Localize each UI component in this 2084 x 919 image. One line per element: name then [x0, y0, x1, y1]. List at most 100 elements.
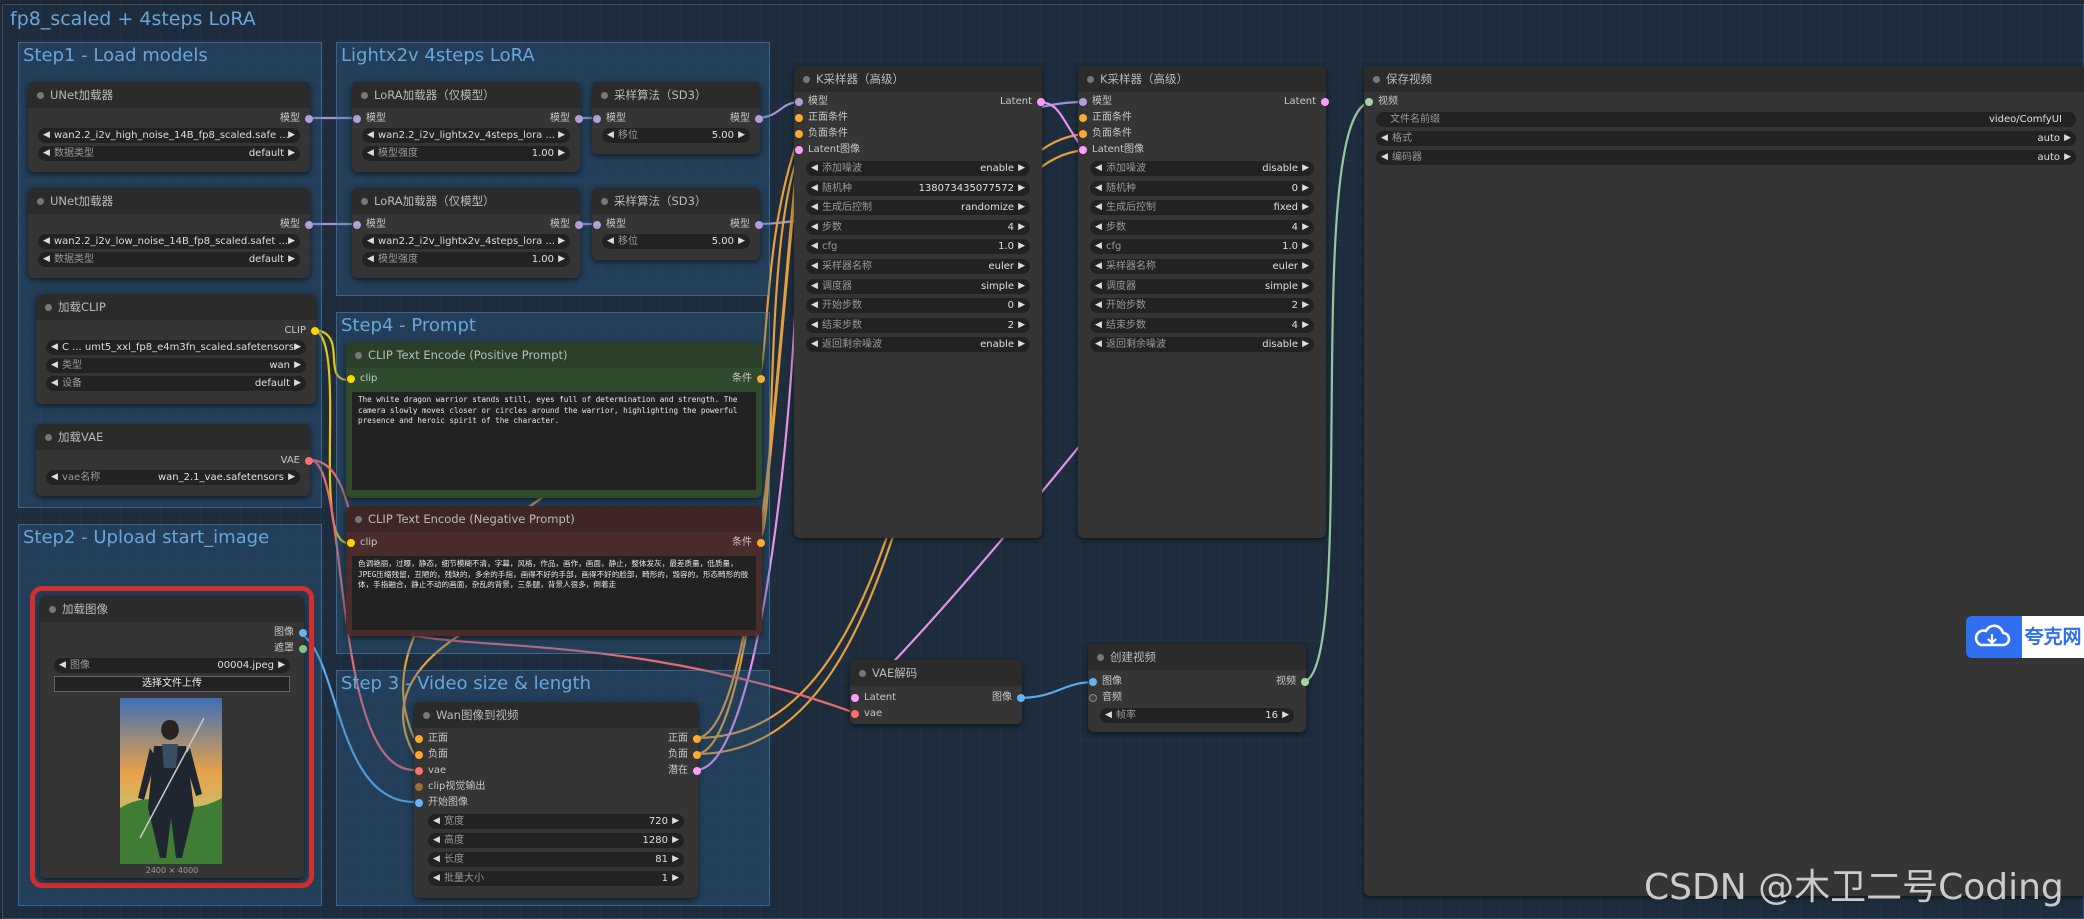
wan-i2v-latent-output[interactable]: 潜在 [608, 764, 701, 778]
wan-i2v-vae-input[interactable]: vae [415, 764, 528, 778]
ksampler-2-control-after[interactable]: ◀ 生成后控制 fixed ▶ [1090, 200, 1314, 216]
ksampler-1-return-noise[interactable]: ◀ 返回剩余噪波 enable ▶ [806, 337, 1030, 353]
load-image-node[interactable]: 加载图像 图像 遮罩 ◀ 图像 00004.jpeg ▶ 选择文件上传 2400… [40, 596, 307, 878]
ksampler-1-latent-input[interactable]: Latent图像 [795, 143, 908, 157]
unet-loader-1-dtype-select[interactable]: ◀ 数据类型 default ▶ [38, 146, 300, 161]
wan-i2v-batch-stepper[interactable]: ◀ 批量大小 1 ▶ [428, 871, 684, 886]
positive-prompt-node[interactable]: CLIP Text Encode (Positive Prompt) clip … [346, 342, 765, 498]
sampling-sd3-1-model-input[interactable]: 模型 [593, 112, 666, 126]
ksampler-1-control-after[interactable]: ◀ 生成后控制 randomize ▶ [806, 200, 1030, 216]
ksampler-2-seed[interactable]: ◀ 随机种 0 ▶ [1090, 180, 1314, 196]
wan-i2v-width-stepper[interactable]: ◀ 宽度 720 ▶ [428, 814, 684, 829]
vae-decode-node[interactable]: VAE解码 Latent vae 图像 [850, 660, 1025, 724]
ksampler-2-end-step[interactable]: ◀ 结束步数 4 ▶ [1090, 317, 1314, 333]
load-clip-device-select[interactable]: ◀ 设备 default ▶ [46, 376, 306, 391]
create-video-fps-stepper[interactable]: ◀ 帧率 16 ▶ [1100, 708, 1294, 723]
ksampler-1-positive-input[interactable]: 正面条件 [795, 111, 908, 125]
ksampler-1-steps[interactable]: ◀ 步数 4 ▶ [806, 219, 1030, 235]
lora-loader-1-model-output[interactable]: 模型 [490, 112, 583, 126]
wan-i2v-length-stepper[interactable]: ◀ 长度 81 ▶ [428, 852, 684, 867]
wan-image-to-video-node[interactable]: Wan图像到视频 正面 负面 vae clip视觉输出 开始图像 正面 负面 潜… [414, 702, 701, 898]
lora-loader-1-strength-stepper[interactable]: ◀ 模型强度 1.00 ▶ [362, 146, 570, 161]
unet-loader-2-dtype-select[interactable]: ◀ 数据类型 default ▶ [38, 252, 300, 267]
wan-i2v-height-stepper[interactable]: ◀ 高度 1280 ▶ [428, 833, 684, 848]
upload-file-button[interactable]: 选择文件上传 [54, 676, 290, 692]
unet-loader-1-node[interactable]: UNet加载器 模型 ◀ wan2.2_i2v_high_noise_14B_fp… [28, 82, 313, 172]
lora-loader-2-strength-stepper[interactable]: ◀ 模型强度 1.00 ▶ [362, 252, 570, 267]
save-video-codec-select[interactable]: ◀ 编码器 auto ▶ [1376, 150, 2076, 165]
load-clip-type-select[interactable]: ◀ 类型 wan ▶ [46, 358, 306, 373]
load-vae-output[interactable]: VAE [180, 454, 313, 468]
ksampler-2-sampler[interactable]: ◀ 采样器名称 euler ▶ [1090, 259, 1314, 274]
create-video-node[interactable]: 创建视频 图像 音频 视频 ◀ 帧率 16 ▶ [1088, 644, 1309, 732]
ksampler-2-add-noise[interactable]: ◀ 添加噪波 disable ▶ [1090, 161, 1314, 176]
negative-prompt-output[interactable]: 条件 [672, 536, 765, 550]
positive-prompt-textarea[interactable]: The white dragon warrior stands still, e… [352, 392, 756, 490]
ksampler-1-model-input[interactable]: 模型 [795, 95, 908, 109]
ksampler-advanced-2-node[interactable]: K采样器（高级） 模型 正面条件 负面条件 Latent图像 Latent ◀ 添… [1078, 66, 1329, 538]
load-vae-node[interactable]: 加载VAE VAE ◀ vae名称 wan_2.1_vae.safetensors ▶ [36, 424, 313, 496]
negative-prompt-node[interactable]: CLIP Text Encode (Negative Prompt) clip … [346, 506, 765, 636]
lora-loader-2-file-select[interactable]: ◀ wan2.2_i2v_lightx2v_4steps_lora ... ▶ [362, 234, 570, 249]
ksampler-1-add-noise[interactable]: ◀ 添加噪波 enable ▶ [806, 161, 1030, 176]
ksampler-2-positive-input[interactable]: 正面条件 [1079, 111, 1192, 125]
unet-loader-1-model-output[interactable]: 模型 [160, 112, 313, 126]
positive-prompt-clip-input[interactable]: clip [347, 372, 440, 386]
save-video-video-input[interactable]: 视频 [1365, 95, 1458, 109]
unet-loader-2-node[interactable]: UNet加载器 模型 ◀ wan2.2_i2v_low_noise_14B_fp8… [28, 188, 313, 278]
load-vae-name-select[interactable]: ◀ vae名称 wan_2.1_vae.safetensors ▶ [46, 470, 300, 485]
ksampler-1-sampler[interactable]: ◀ 采样器名称 euler ▶ [806, 259, 1030, 274]
sampling-sd3-2-node[interactable]: 采样算法（SD3） 模型 模型 ◀ 移位 5.00 ▶ [592, 188, 763, 260]
ksampler-2-latent-output[interactable]: Latent [1236, 95, 1329, 109]
wan-i2v-negative-input[interactable]: 负面 [415, 748, 528, 762]
ksampler-1-seed[interactable]: ◀ 随机种 138073435077572 ▶ [806, 180, 1030, 196]
ksampler-2-negative-input[interactable]: 负面条件 [1079, 127, 1192, 141]
wan-i2v-clip-vision-input[interactable]: clip视觉输出 [415, 780, 548, 794]
wan-i2v-positive-output[interactable]: 正面 [608, 732, 701, 746]
wan-i2v-positive-input[interactable]: 正面 [415, 732, 528, 746]
ksampler-advanced-1-node[interactable]: K采样器（高级） 模型 正面条件 负面条件 Latent图像 Latent ◀ 添… [794, 66, 1045, 538]
ksampler-1-cfg[interactable]: ◀ cfg 1.0 ▶ [806, 239, 1030, 255]
positive-prompt-output[interactable]: 条件 [672, 372, 765, 386]
load-clip-file-select[interactable]: ◀ C ... umt5_xxl_fp8_e4m3fn_scaled.safete… [46, 340, 306, 355]
create-video-image-input[interactable]: 图像 [1089, 675, 1172, 689]
ksampler-2-cfg[interactable]: ◀ cfg 1.0 ▶ [1090, 239, 1314, 255]
create-video-audio-input[interactable]: 音频 [1089, 691, 1172, 705]
load-image-file-select[interactable]: ◀ 图像 00004.jpeg ▶ [54, 658, 290, 673]
ksampler-1-start-step[interactable]: ◀ 开始步数 0 ▶ [806, 298, 1030, 314]
vae-decode-vae-input[interactable]: vae [851, 707, 934, 721]
lora-loader-2-node[interactable]: LoRA加载器（仅模型） 模型 模型 ◀ wan2.2_i2v_lightx2v_… [352, 188, 583, 278]
lora-loader-1-file-select[interactable]: ◀ wan2.2_i2v_lightx2v_4steps_lora ... ▶ [362, 128, 570, 143]
unet-loader-2-file-select[interactable]: ◀ wan2.2_i2v_low_noise_14B_fp8_scaled.saf… [38, 234, 300, 249]
ksampler-2-return-noise[interactable]: ◀ 返回剩余噪波 disable ▶ [1090, 337, 1314, 353]
negative-prompt-textarea[interactable]: 色调艳丽，过曝，静态，细节模糊不清，字幕，风格，作品，画作，画面，静止，整体发灰… [352, 556, 756, 630]
sampling-sd3-1-model-output[interactable]: 模型 [690, 112, 763, 126]
ksampler-2-steps[interactable]: ◀ 步数 4 ▶ [1090, 219, 1314, 235]
ksampler-2-start-step[interactable]: ◀ 开始步数 2 ▶ [1090, 298, 1314, 314]
unet-loader-2-model-output[interactable]: 模型 [160, 218, 313, 232]
ksampler-1-end-step[interactable]: ◀ 结束步数 2 ▶ [806, 317, 1030, 333]
vae-decode-image-output[interactable]: 图像 [942, 691, 1025, 705]
ksampler-1-scheduler[interactable]: ◀ 调度器 simple ▶ [806, 278, 1030, 294]
load-image-image-output[interactable]: 图像 [194, 626, 307, 640]
lora-loader-1-model-input[interactable]: 模型 [353, 112, 446, 126]
ksampler-2-scheduler[interactable]: ◀ 调度器 simple ▶ [1090, 278, 1314, 294]
ksampler-2-latent-input[interactable]: Latent图像 [1079, 143, 1192, 157]
load-clip-node[interactable]: 加载CLIP CLIP ◀ C ... umt5_xxl_fp8_e4m3fn_s… [36, 294, 319, 404]
sampling-sd3-2-model-input[interactable]: 模型 [593, 218, 666, 232]
save-video-node[interactable]: 保存视频 视频 文件名前缀 video/ComfyUI ◀ 格式 auto ▶ ◀ 编码器… [1364, 66, 2084, 896]
quark-floating-button[interactable]: 夸克网 [1966, 616, 2084, 658]
load-image-mask-output[interactable]: 遮罩 [194, 642, 307, 656]
unet-loader-1-file-select[interactable]: ◀ wan2.2_i2v_high_noise_14B_fp8_scaled.sa… [38, 128, 300, 143]
ksampler-1-latent-output[interactable]: Latent [952, 95, 1045, 109]
lora-loader-2-model-output[interactable]: 模型 [490, 218, 583, 232]
sampling-sd3-2-model-output[interactable]: 模型 [690, 218, 763, 232]
workflow-canvas[interactable]: fp8_scaled + 4steps LoRA Step1 - Load mo… [0, 0, 2084, 919]
load-clip-output[interactable]: CLIP [186, 324, 319, 338]
ksampler-1-negative-input[interactable]: 负面条件 [795, 127, 908, 141]
save-video-prefix-field[interactable]: 文件名前缀 video/ComfyUI [1376, 112, 2076, 127]
sampling-sd3-2-shift-stepper[interactable]: ◀ 移位 5.00 ▶ [602, 234, 750, 249]
vae-decode-latent-input[interactable]: Latent [851, 691, 934, 705]
create-video-video-output[interactable]: 视频 [1226, 675, 1309, 689]
lora-loader-1-node[interactable]: LoRA加载器（仅模型） 模型 模型 ◀ wan2.2_i2v_lightx2v_… [352, 82, 583, 172]
